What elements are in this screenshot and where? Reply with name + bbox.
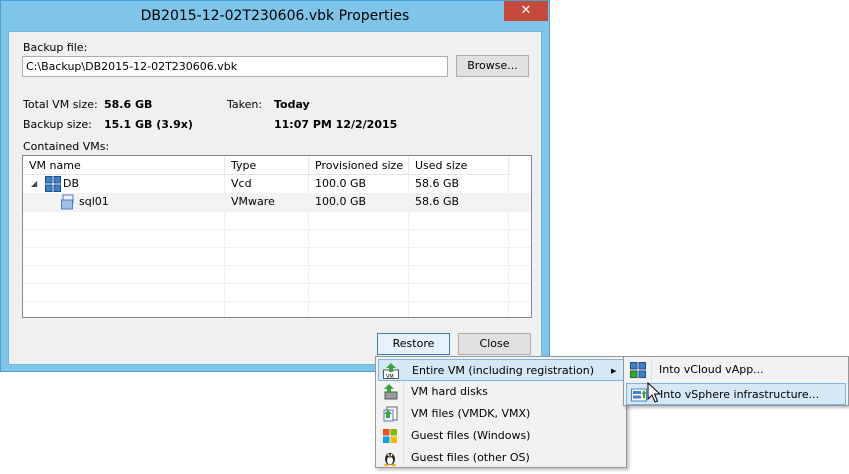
grid-line <box>23 229 531 230</box>
provisioned-cell: 100.0 GB <box>315 177 367 190</box>
grid-line <box>23 211 531 212</box>
table-row[interactable]: ◢ DB Vcd 100.0 GB 58.6 GB <box>23 175 531 193</box>
grid-line <box>23 283 531 284</box>
column-header-type[interactable]: Type <box>225 156 309 175</box>
column-header-vm-name[interactable]: VM name <box>23 156 225 175</box>
svg-text:VM: VM <box>386 374 394 379</box>
menu-item-vm-hard-disks[interactable]: VM hard disks <box>378 381 624 403</box>
type-cell: Vcd <box>231 177 252 190</box>
taken-label: Taken: <box>227 98 263 111</box>
total-vm-size-value: 58.6 GB <box>104 98 153 111</box>
hard-disk-icon <box>382 384 398 400</box>
collapse-expander-icon[interactable]: ◢ <box>31 175 37 193</box>
vm-files-icon <box>382 406 398 422</box>
windows-icon <box>382 428 398 444</box>
grid-line <box>23 247 531 248</box>
close-window-button[interactable]: ✕ <box>504 1 548 21</box>
column-header-provisioned-size[interactable]: Provisioned size <box>309 156 409 175</box>
menu-item-into-vcloud-vapp[interactable]: Into vCloud vApp... <box>626 359 846 381</box>
menu-item-entire-vm[interactable]: VM Entire VM (including registration) ▶ <box>378 359 624 381</box>
backup-size-label: Backup size: <box>23 118 92 131</box>
taken-time: 11:07 PM 12/2/2015 <box>274 118 398 131</box>
provisioned-cell: 100.0 GB <box>315 195 367 208</box>
vcloud-icon <box>630 362 646 378</box>
menu-item-label: Guest files (other OS) <box>411 451 530 464</box>
menu-item-guest-files-other-os[interactable]: Guest files (other OS) <box>378 447 624 469</box>
menu-item-label: VM hard disks <box>411 385 488 398</box>
mouse-cursor-icon <box>647 381 662 404</box>
window-title: DB2015-12-02T230606.vbk Properties <box>140 8 410 24</box>
backup-file-label: Backup file: <box>23 41 88 54</box>
table-row[interactable]: sql01 VMware 100.0 GB 58.6 GB <box>23 193 531 211</box>
menu-item-label: Into vSphere infrastructure... <box>660 388 820 401</box>
entire-vm-icon: VM <box>383 363 399 380</box>
menu-item-guest-files-windows[interactable]: Guest files (Windows) <box>378 425 624 447</box>
backup-file-field[interactable]: C:\Backup\DB2015-12-02T230606.vbk <box>22 56 448 77</box>
grid-line <box>23 265 531 266</box>
linux-icon <box>382 450 398 466</box>
menu-item-label: Into vCloud vApp... <box>659 363 764 376</box>
type-cell: VMware <box>231 195 275 208</box>
menu-item-label: VM files (VMDK, VMX) <box>411 407 531 420</box>
restore-menu: VM Entire VM (including registration) ▶ … <box>375 356 627 468</box>
contained-vms-label: Contained VMs: <box>23 140 110 153</box>
menu-item-label: Entire VM (including registration) <box>412 364 594 377</box>
taken-day: Today <box>274 98 310 111</box>
total-vm-size-label: Total VM size: <box>23 98 98 111</box>
restore-button[interactable]: Restore <box>377 333 450 355</box>
vm-name-cell: sql01 <box>79 195 109 208</box>
title-bar[interactable]: DB2015-12-02T230606.vbk Properties ✕ <box>1 1 549 31</box>
vsphere-icon <box>631 387 647 403</box>
menu-item-label: Guest files (Windows) <box>411 429 531 442</box>
browse-button[interactable]: Browse... <box>456 55 529 77</box>
grid-line <box>23 301 531 302</box>
contained-vms-list[interactable]: VM name Type Provisioned size Used size … <box>22 155 532 318</box>
backup-size-value: 15.1 GB (3.9x) <box>104 118 193 131</box>
column-header-used-size[interactable]: Used size <box>409 156 509 175</box>
used-cell: 58.6 GB <box>415 195 460 208</box>
vm-name-cell: DB <box>63 177 80 190</box>
close-button[interactable]: Close <box>458 333 531 355</box>
menu-item-vm-files[interactable]: VM files (VMDK, VMX) <box>378 403 624 425</box>
used-cell: 58.6 GB <box>415 177 460 190</box>
submenu-arrow-icon: ▶ <box>611 367 617 375</box>
